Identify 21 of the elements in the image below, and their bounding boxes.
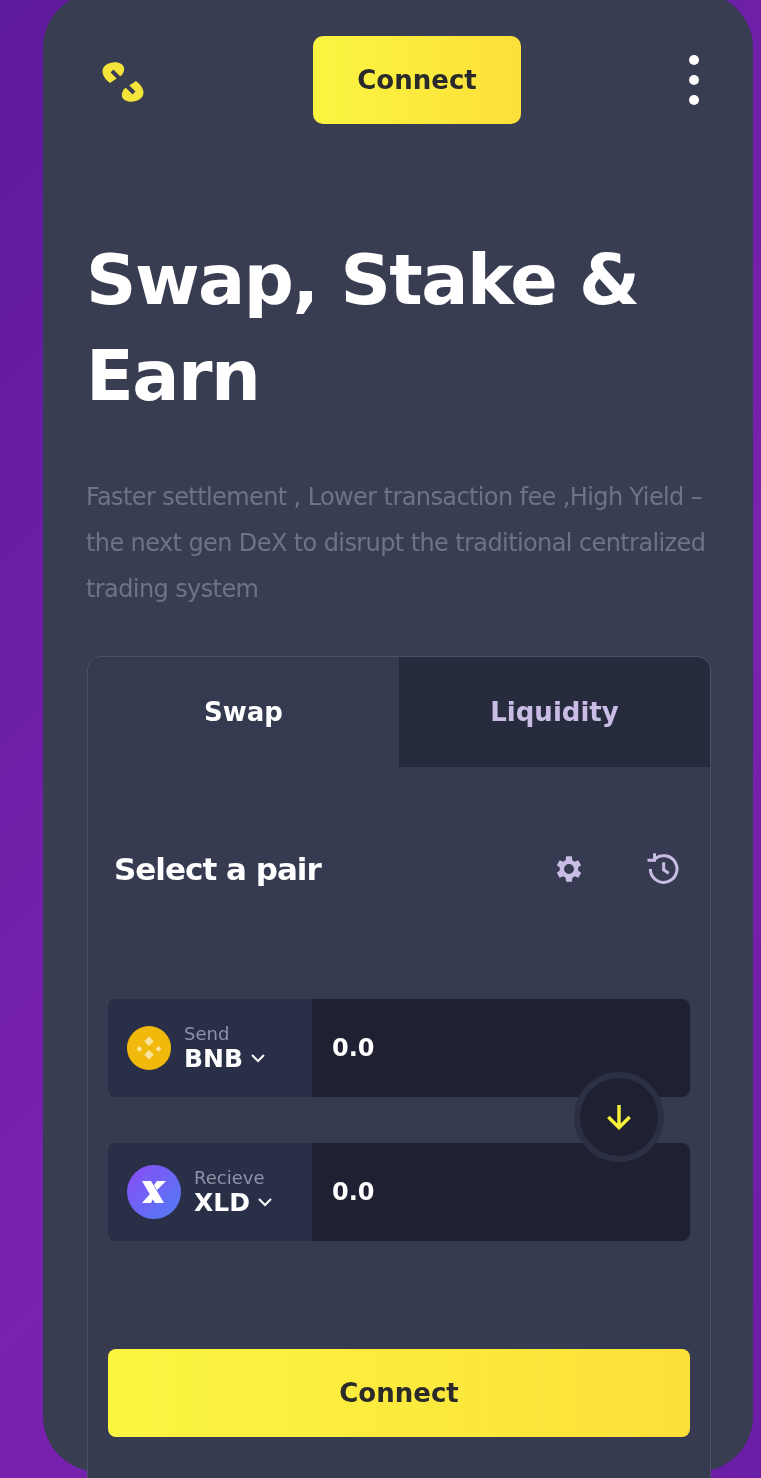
token-symbol: XLD — [194, 1188, 250, 1217]
tab[interactable]: Liquidity — [399, 657, 710, 767]
token-label: Recieve — [194, 1167, 266, 1188]
logo-icon — [100, 61, 146, 103]
token-icon — [126, 1164, 182, 1220]
panel-title: Select a pair — [114, 851, 323, 887]
token-selector[interactable]: Recieve XLD — [108, 1143, 312, 1241]
amount-field[interactable]: Recieve XLD 0.0 — [108, 1143, 690, 1241]
connect-button[interactable]: Connect — [108, 1349, 690, 1437]
token-symbol: BNB — [184, 1044, 244, 1073]
connect-button[interactable]: Connect — [313, 36, 521, 124]
coin-icon — [126, 1025, 172, 1071]
amount-field[interactable]: Send BNB 0.0 — [108, 999, 690, 1097]
amount-value: 0.0 — [332, 1034, 375, 1062]
menu-icon[interactable] — [688, 54, 700, 106]
token-selector[interactable]: Send BNB — [108, 999, 312, 1097]
token-label: Send — [184, 1023, 231, 1044]
amount-value: 0.0 — [332, 1178, 375, 1206]
caret-icon — [251, 1054, 266, 1063]
hero-title: Swap, Stake & Earn — [86, 238, 640, 419]
caret-icon — [257, 1198, 272, 1207]
